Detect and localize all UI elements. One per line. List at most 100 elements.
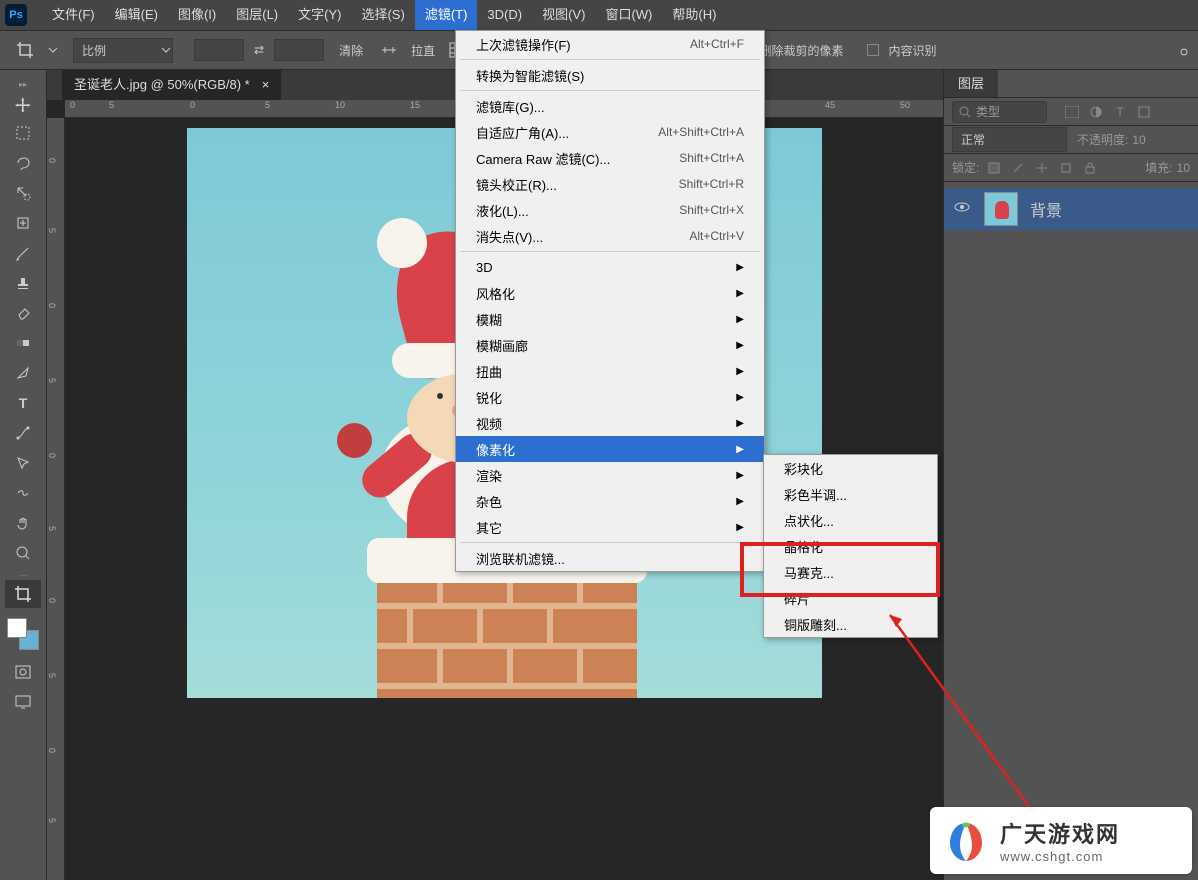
hand-tool[interactable] [5,509,41,537]
menu-view[interactable]: 视图(V) [532,0,595,30]
watermark-url: www.cshgt.com [1000,849,1120,864]
filter-image-icon[interactable] [1063,103,1081,121]
fg-color-swatch[interactable] [7,618,27,638]
submenu-color-halftone[interactable]: 彩色半调... [764,481,937,507]
lock-artboard-icon[interactable] [1057,159,1075,177]
lock-all-icon[interactable] [1081,159,1099,177]
layer-name[interactable]: 背景 [1030,197,1062,221]
menu-blur[interactable]: 模糊▶ [456,306,764,332]
menu-distort[interactable]: 扭曲▶ [456,358,764,384]
menu-browse-online[interactable]: 浏览联机滤镜... [456,545,764,571]
ratio-height-input[interactable] [274,39,324,61]
type-tool[interactable]: T [5,389,41,417]
screenmode-tool[interactable] [5,688,41,716]
filter-menu-dropdown: 上次滤镜操作(F)Alt+Ctrl+F 转换为智能滤镜(S) 滤镜库(G)...… [455,30,765,572]
menu-vanishing-point[interactable]: 消失点(V)...Alt+Ctrl+V [456,223,764,249]
menu-3d[interactable]: 3D(D) [477,0,532,30]
healing-tool[interactable] [5,209,41,237]
gradient-tool[interactable] [5,329,41,357]
layer-row[interactable]: 背景 [944,188,1198,230]
menubar: Ps 文件(F) 编辑(E) 图像(I) 图层(L) 文字(Y) 选择(S) 滤… [0,0,1198,30]
content-aware-checkbox[interactable] [867,44,879,56]
menu-select[interactable]: 选择(S) [351,0,414,30]
filter-text-icon[interactable]: T [1111,103,1129,121]
zoom-tool[interactable] [5,539,41,567]
menu-filter-gallery[interactable]: 滤镜库(G)... [456,93,764,119]
annotation-highlight-box [740,542,940,597]
menu-adaptive-wide[interactable]: 自适应广角(A)...Alt+Shift+Ctrl+A [456,119,764,145]
opacity-value[interactable]: 10 [1132,133,1145,147]
menu-layer[interactable]: 图层(L) [226,0,288,30]
menu-edit[interactable]: 编辑(E) [105,0,168,30]
menu-pixelate[interactable]: 像素化▶ [456,436,764,462]
menu-image[interactable]: 图像(I) [168,0,226,30]
options-gear-icon[interactable] [1176,44,1192,65]
move-tool[interactable] [5,89,41,117]
toolbar-handle[interactable]: ▸▸ [19,78,27,89]
color-swatches[interactable] [7,618,39,650]
layer-thumbnail[interactable] [984,192,1018,226]
fill-label: 填充: [1145,159,1172,176]
menu-camera-raw[interactable]: Camera Raw 滤镜(C)...Shift+Ctrl+A [456,145,764,171]
menu-render[interactable]: 渲染▶ [456,462,764,488]
lasso-tool[interactable] [5,149,41,177]
straighten-icon[interactable] [376,37,402,63]
delete-crop-label: 删除裁剪的像素 [760,42,844,59]
visibility-icon[interactable] [954,200,974,218]
submenu-mezzotint[interactable]: 铜版雕刻... [764,611,937,637]
menu-3d-filters[interactable]: 3D▶ [456,254,764,280]
eraser-tool[interactable] [5,299,41,327]
menu-noise[interactable]: 杂色▶ [456,488,764,514]
menu-liquify[interactable]: 液化(L)...Shift+Ctrl+X [456,197,764,223]
toolbar: ▸▸ T ⋯ [0,70,47,880]
menu-video[interactable]: 视频▶ [456,410,764,436]
lock-label: 锁定: [952,159,979,176]
blend-mode-select[interactable]: 正常 [952,127,1067,152]
filter-adjust-icon[interactable] [1087,103,1105,121]
menu-last-filter[interactable]: 上次滤镜操作(F)Alt+Ctrl+F [456,31,764,57]
quickmask-tool[interactable] [5,658,41,686]
crop-tool[interactable] [5,580,41,608]
marquee-tool[interactable] [5,119,41,147]
stamp-tool[interactable] [5,269,41,297]
direct-select-tool[interactable] [5,449,41,477]
chevron-down-icon[interactable] [161,45,171,55]
submenu-facet[interactable]: 彩块化 [764,455,937,481]
pen-tool[interactable] [5,359,41,387]
lock-pixels-icon[interactable] [985,159,1003,177]
crop-tool-icon[interactable] [10,35,40,65]
quick-select-tool[interactable] [5,179,41,207]
toolbar-more[interactable]: ⋯ [19,569,27,580]
ratio-width-input[interactable] [194,39,244,61]
menu-sharpen[interactable]: 锐化▶ [456,384,764,410]
menu-type[interactable]: 文字(Y) [288,0,351,30]
menu-stylize[interactable]: 风格化▶ [456,280,764,306]
shape-tool[interactable] [5,479,41,507]
ratio-select[interactable]: 比例 [73,38,173,63]
path-tool[interactable] [5,419,41,447]
panel-tabs: 图层 [944,70,1198,98]
lock-brush-icon[interactable] [1009,159,1027,177]
menu-lens-correct[interactable]: 镜头校正(R)...Shift+Ctrl+R [456,171,764,197]
close-icon[interactable]: × [262,70,270,100]
ps-logo: Ps [5,4,27,26]
clear-button[interactable]: 清除 [339,42,363,59]
fill-value[interactable]: 10 [1177,161,1190,175]
menu-file[interactable]: 文件(F) [42,0,105,30]
brush-tool[interactable] [5,239,41,267]
content-aware-label: 内容识别 [889,42,937,59]
filter-type-select[interactable]: 类型 [952,101,1047,123]
menu-other[interactable]: 其它▶ [456,514,764,540]
swap-icon[interactable]: ⇄ [254,43,264,57]
menu-filter[interactable]: 滤镜(T) [415,0,478,30]
layers-tab[interactable]: 图层 [944,70,998,97]
lock-move-icon[interactable] [1033,159,1051,177]
submenu-pointillize[interactable]: 点状化... [764,507,937,533]
menu-window[interactable]: 窗口(W) [595,0,662,30]
document-tab[interactable]: 圣诞老人.jpg @ 50%(RGB/8) * × [62,70,281,100]
filter-shape-icon[interactable] [1135,103,1153,121]
menu-smart-filter[interactable]: 转换为智能滤镜(S) [456,62,764,88]
menu-help[interactable]: 帮助(H) [662,0,726,30]
menu-blur-gallery[interactable]: 模糊画廊▶ [456,332,764,358]
chevron-down-icon[interactable] [48,45,58,55]
